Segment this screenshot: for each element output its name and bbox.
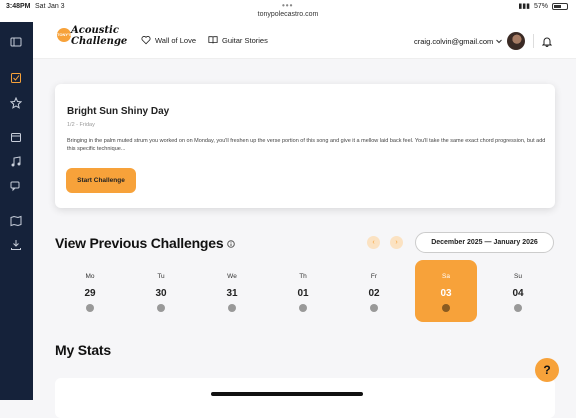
day-number: 30 [155,288,167,299]
nav-wall-of-love[interactable]: Wall of Love [141,35,196,45]
day-number: 01 [297,288,309,299]
prev-week-button[interactable]: ‹ [367,236,380,249]
info-icon[interactable] [227,240,235,249]
day-name: Tu [157,273,165,280]
status-time: 3:48PM [6,3,31,10]
person-icon [157,304,165,312]
divider [533,34,534,48]
challenge-card: Bright Sun Shiny Day 1/2 - Friday Bringi… [55,84,555,208]
nav-label: Guitar Stories [222,35,268,45]
bell-icon[interactable] [542,36,552,47]
previous-challenges-label: View Previous Challenges [55,235,224,251]
day-number: 02 [368,288,380,299]
day-tile[interactable]: Th 01 [272,260,334,322]
battery-fill [554,4,562,8]
home-indicator [211,392,363,396]
logo-badge: TONY'S [57,28,72,42]
person-icon [299,304,307,312]
calendar-icon[interactable] [10,131,22,143]
nav-guitar-stories[interactable]: Guitar Stories [208,35,268,45]
browser-url[interactable]: tonypolecastro.com [0,11,576,18]
chat-icon[interactable] [10,180,22,192]
week-days: Mo 29 Tu 30 We 31 Th 01 Fr 02 Sa 03 Su 04 [55,260,555,322]
day-name: Mo [85,273,95,280]
music-note-icon[interactable] [10,156,22,168]
battery-percent: 57% [533,2,548,10]
day-name: We [227,273,237,280]
person-icon [514,304,522,312]
user-email: craig.colvin@gmail.com [414,37,494,46]
multitask-dots-icon[interactable]: ••• [282,1,293,10]
date-range-selector[interactable]: December 2025 — January 2026 [415,232,554,253]
book-icon [208,36,218,44]
chevron-down-icon[interactable] [496,39,502,44]
map-icon[interactable] [10,215,22,227]
day-number: 29 [84,288,96,299]
sidebar [0,22,33,400]
day-name: Th [299,273,307,280]
chevron-left-icon: ‹ [372,239,375,246]
top-bar: TONY'S Acoustic Challenge Wall of Love G… [33,22,576,59]
challenge-title: Bright Sun Shiny Day [67,106,170,117]
status-date: Sat Jan 3 [35,3,65,10]
day-number: 03 [440,288,452,299]
chevron-right-icon: › [395,239,398,246]
previous-challenges-title: View Previous Challenges [55,235,235,251]
status-bar: 3:48PM Sat Jan 3 ••• tonypolecastro.com … [0,0,576,22]
my-stats-title: My Stats [55,342,111,358]
day-name: Sa [442,273,450,280]
star-icon[interactable] [10,97,22,109]
status-indicators: ▮▮▮ 57% [518,2,568,10]
logo-text: Acoustic Challenge [71,25,128,47]
day-tile[interactable]: Fr 02 [343,260,405,322]
battery-icon [552,2,568,10]
day-tile[interactable]: Sa 03 [415,260,477,322]
day-tile[interactable]: Su 04 [487,260,549,322]
download-icon[interactable] [10,239,22,251]
next-week-button[interactable]: › [390,236,403,249]
person-icon [86,304,94,312]
checkbox-icon[interactable] [10,72,22,84]
help-button[interactable]: ? [535,358,559,382]
person-icon [370,304,378,312]
sidebar-toggle-icon[interactable] [10,36,22,48]
day-name: Su [514,273,522,280]
person-icon [442,304,450,312]
stats-card [55,378,555,418]
day-tile[interactable]: Mo 29 [59,260,121,322]
start-challenge-button[interactable]: Start Challenge [66,168,136,193]
person-icon [228,304,236,312]
avatar[interactable] [507,32,525,50]
day-number: 31 [226,288,238,299]
challenge-description: Bringing in the palm muted strum you wor… [67,138,546,152]
challenge-date: 1/2 - Friday [67,122,95,128]
day-tile[interactable]: Tu 30 [130,260,192,322]
signal-icon: ▮▮▮ [518,3,530,10]
heart-icon [141,36,151,45]
nav-label: Wall of Love [155,35,196,45]
logo[interactable]: TONY'S Acoustic Challenge [57,25,127,56]
day-tile[interactable]: We 31 [201,260,263,322]
day-number: 04 [512,288,524,299]
day-name: Fr [370,273,378,280]
